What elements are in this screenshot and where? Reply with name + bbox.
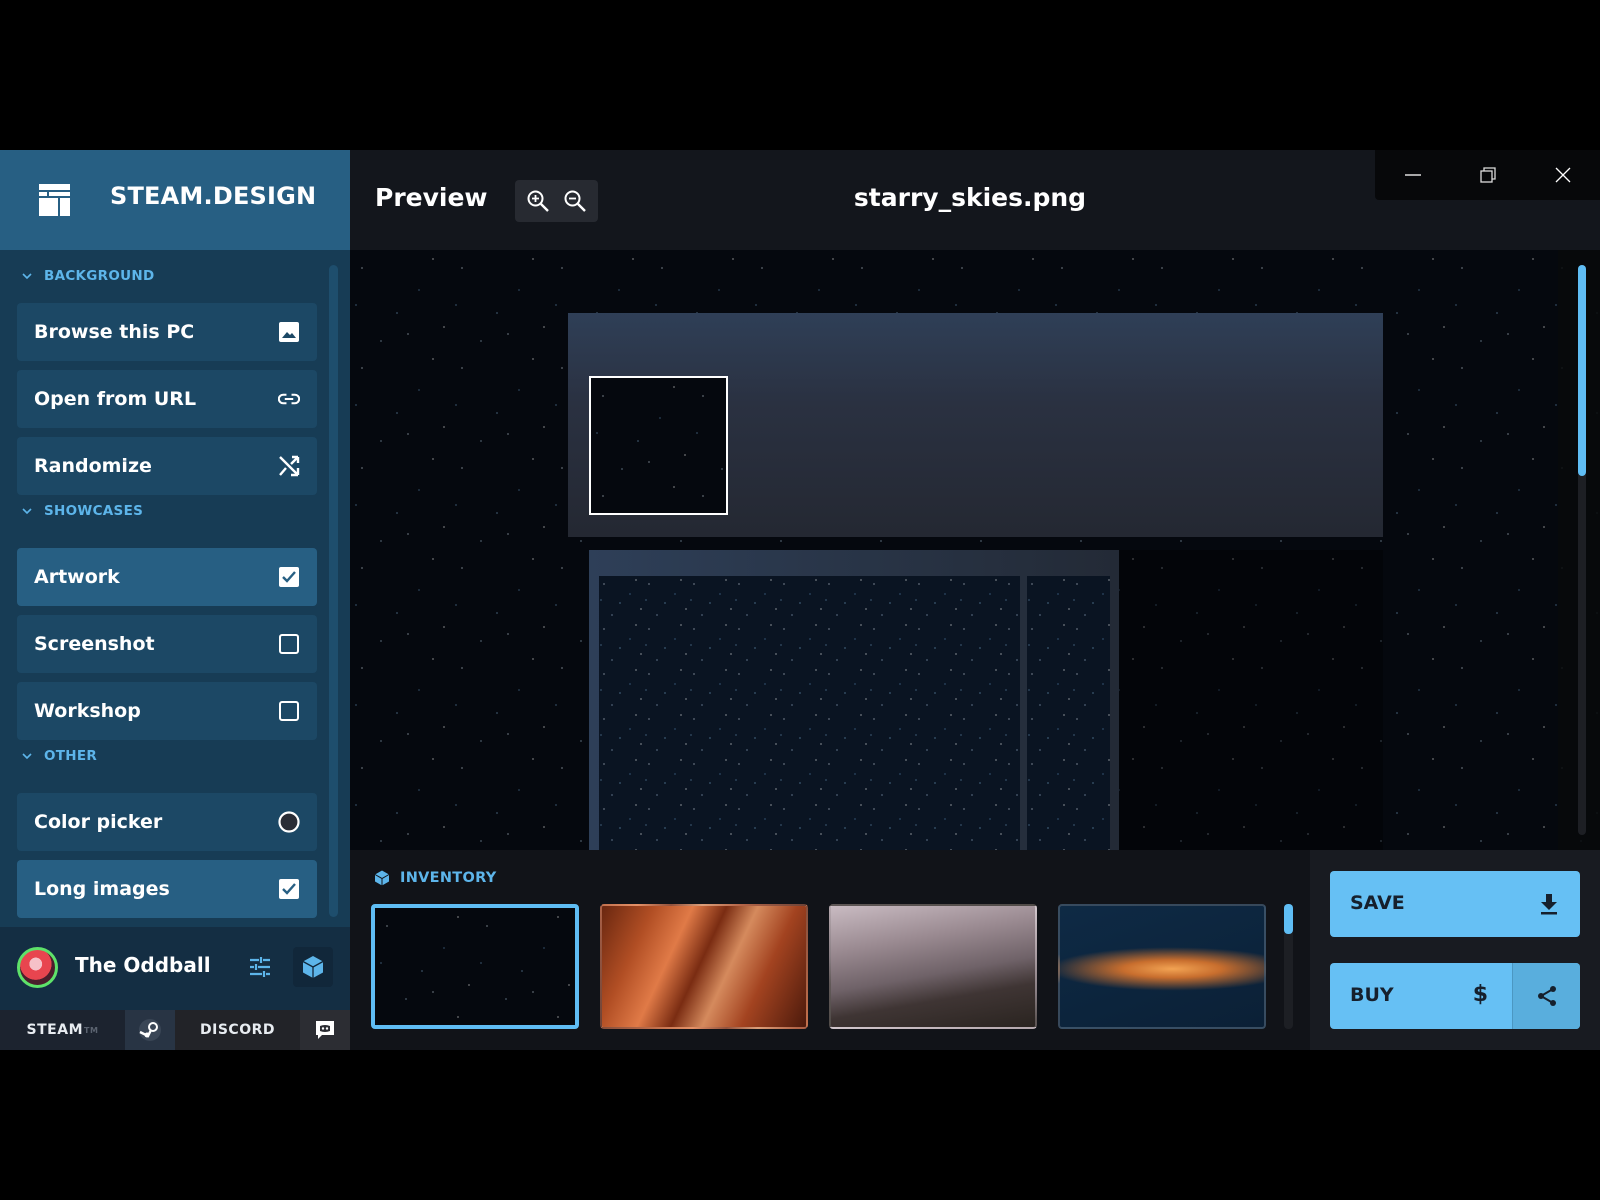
randomize-button[interactable]: Randomize <box>17 437 317 495</box>
inventory-title: INVENTORY <box>400 870 497 886</box>
avatar[interactable] <box>17 947 58 988</box>
brand-header: STEAM.DESIGN <box>0 150 350 250</box>
dollar-icon: $ <box>1472 982 1488 1007</box>
profile-avatar-preview <box>589 376 728 515</box>
profile-header-mock <box>568 313 1383 537</box>
section-title: OTHER <box>44 748 98 764</box>
discord-icon <box>316 1021 334 1039</box>
preview-canvas[interactable] <box>350 250 1600 850</box>
buy-label: BUY <box>1350 984 1394 1006</box>
inventory-button[interactable] <box>293 947 333 987</box>
chevron-down-icon <box>22 273 32 280</box>
sliders-icon <box>250 957 270 977</box>
buy-button[interactable]: BUY $ <box>1330 963 1512 1029</box>
save-label: SAVE <box>1350 892 1405 914</box>
section-title: BACKGROUND <box>44 268 155 284</box>
restore-button[interactable] <box>1450 150 1525 200</box>
trademark: TM <box>84 1025 99 1035</box>
inventory-item-canyon[interactable] <box>600 904 808 1029</box>
item-label: Workshop <box>34 700 141 722</box>
inventory-item-starry-skies[interactable] <box>371 904 579 1029</box>
close-icon <box>1555 167 1570 183</box>
cube-icon <box>374 870 390 886</box>
minimize-icon <box>1404 174 1421 176</box>
item-label: Browse this PC <box>34 321 195 343</box>
user-bar: The Oddball <box>0 927 350 1010</box>
checkbox-icon[interactable] <box>278 700 300 722</box>
color-picker-button[interactable]: Color picker <box>17 793 317 851</box>
close-button[interactable] <box>1525 150 1600 200</box>
section-background-header[interactable]: BACKGROUND <box>20 268 155 284</box>
steam-icon-link[interactable] <box>125 1010 175 1050</box>
discord-link[interactable]: DISCORD <box>175 1010 300 1050</box>
save-button[interactable]: SAVE <box>1330 871 1580 937</box>
window-controls <box>1375 150 1600 200</box>
artwork-toggle[interactable]: Artwork <box>17 548 317 606</box>
image-icon <box>278 321 300 343</box>
steam-label: STEAM <box>26 1022 84 1038</box>
workshop-toggle[interactable]: Workshop <box>17 682 317 740</box>
browse-pc-button[interactable]: Browse this PC <box>17 303 317 361</box>
download-icon <box>1541 894 1557 915</box>
preferences-button[interactable] <box>245 951 275 983</box>
username: The Oddball <box>75 953 211 977</box>
screenshot-toggle[interactable]: Screenshot <box>17 615 317 673</box>
checkbox-icon[interactable] <box>278 633 300 655</box>
inventory-item-sunset-cloud[interactable] <box>1058 904 1266 1029</box>
restore-icon <box>1479 167 1496 183</box>
item-label: Randomize <box>34 455 152 477</box>
checkbox-checked-icon[interactable] <box>278 566 300 588</box>
header-bar: Preview starry_skies.png <box>350 150 1600 250</box>
app-window: STEAM.DESIGN BACKGROUND Browse this PC O… <box>0 150 1600 1050</box>
layout-logo-icon <box>39 184 70 216</box>
minimize-button[interactable] <box>1375 150 1450 200</box>
discord-label: DISCORD <box>200 1022 275 1038</box>
chevron-down-icon <box>22 753 32 760</box>
sidebar: STEAM.DESIGN BACKGROUND Browse this PC O… <box>0 150 350 1050</box>
footer-links: STEAM TM DISCORD <box>0 1010 350 1050</box>
profile-sidebar-mock <box>1119 550 1383 850</box>
link-icon <box>278 388 300 410</box>
item-label: Color picker <box>34 811 163 833</box>
open-url-button[interactable]: Open from URL <box>17 370 317 428</box>
inventory-scrollbar-thumb[interactable] <box>1284 904 1293 934</box>
item-label: Long images <box>34 878 170 900</box>
sidebar-scrollbar[interactable] <box>329 265 338 917</box>
inventory-panel: INVENTORY <box>350 850 1310 1050</box>
item-label: Artwork <box>34 566 120 588</box>
section-other-header[interactable]: OTHER <box>20 748 97 764</box>
section-showcases-header[interactable]: SHOWCASES <box>20 503 143 519</box>
buy-button-group: BUY $ <box>1330 963 1580 1029</box>
showcase-side-image <box>1027 576 1110 850</box>
share-icon <box>1537 986 1556 1006</box>
actions-panel: SAVE BUY $ <box>1310 850 1600 1050</box>
checkbox-checked-icon[interactable] <box>278 878 300 900</box>
discord-icon-link[interactable] <box>300 1010 350 1050</box>
long-images-toggle[interactable]: Long images <box>17 860 317 918</box>
steam-link[interactable]: STEAM TM <box>0 1010 125 1050</box>
item-label: Open from URL <box>34 388 197 410</box>
inventory-item-misty-hillside[interactable] <box>829 904 1037 1029</box>
steam-icon <box>139 1019 161 1041</box>
inventory-header: INVENTORY <box>374 870 497 886</box>
shuffle-icon <box>278 455 300 477</box>
preview-scrollbar-thumb[interactable] <box>1578 265 1586 476</box>
section-title: SHOWCASES <box>44 503 144 519</box>
showcase-main-image <box>599 576 1020 850</box>
app-title: STEAM.DESIGN <box>110 182 317 210</box>
artwork-showcase-mock <box>589 550 1119 850</box>
color-swatch-icon[interactable] <box>278 811 300 833</box>
chevron-down-icon <box>22 508 32 515</box>
item-label: Screenshot <box>34 633 155 655</box>
cube-icon <box>302 956 324 978</box>
share-button[interactable] <box>1512 963 1580 1029</box>
